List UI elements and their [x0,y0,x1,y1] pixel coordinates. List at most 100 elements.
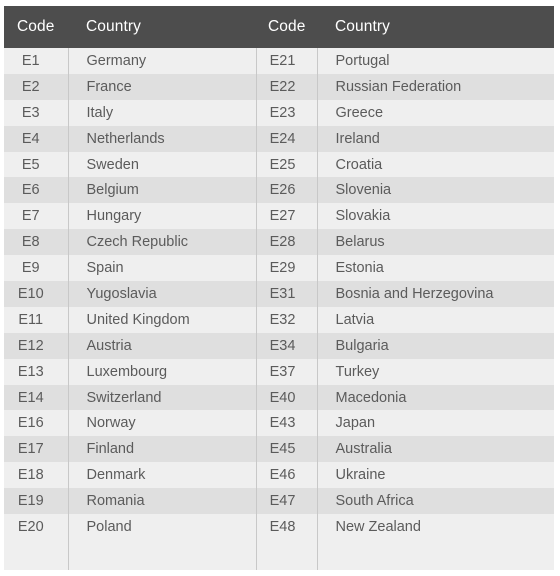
cell-code-left: E13 [17,363,44,380]
cell-code-right: E48 [255,514,317,540]
cell-code-right: E22 [255,73,317,100]
cell-code-left: E4 [21,130,40,147]
table-row: E10 Yugoslavia E31 Bosnia and Herzegovina [4,281,554,307]
cell-code-right: E23 [255,99,317,126]
filler-cell [67,539,256,570]
country-code-table-container: Code Country Code Country E1 Germany E21 Po… [4,6,554,570]
cell-country-right: Slovenia [316,177,554,204]
cell-country-right: Bulgaria [316,332,554,359]
cell-code-right: E26 [255,177,317,204]
cell-code-left: E10 [17,285,44,302]
cell-code-left: E14 [17,389,44,406]
cell-code-right: E25 [255,151,317,178]
table-row: E5 Sweden E25 Croatia [4,151,554,178]
filler-cell [4,540,68,570]
cell-code-right: E21 [255,48,317,74]
table-row: E13 Luxembourg E37 Turkey [4,358,554,385]
filler-cell [255,539,317,570]
cell-code-right: E32 [255,306,317,333]
table-row: E6 Belgium E26 Slovenia [4,177,554,204]
cell-country-left: Hungary [67,203,256,230]
cell-country-left: United Kingdom [67,306,256,333]
cell-code-left: E12 [17,337,44,354]
cell-code-right: E45 [255,436,317,463]
cell-code-right: E27 [255,203,317,230]
cell-country-left: Netherlands [67,125,256,152]
cell-country-left: Romania [67,488,256,515]
cell-country-left: Norway [67,410,256,437]
cell-country-right: Latvia [316,306,554,333]
cell-code-right: E24 [255,125,317,152]
cell-country-right: Estonia [316,255,554,282]
cell-country-right: Croatia [316,151,554,178]
cell-country-right: Macedonia [316,384,554,411]
cell-country-left: Switzerland [67,384,256,411]
cell-country-right: Japan [316,410,554,437]
table-row: E18 Denmark E46 Ukraine [4,462,554,489]
cell-code-left: E20 [17,518,44,535]
table-row: E11 United Kingdom E32 Latvia [4,306,554,333]
cell-code-right: E31 [255,281,317,307]
cell-code-left: E11 [18,311,44,328]
cell-code-left: E1 [21,52,40,69]
cell-code-left: E5 [21,156,40,173]
cell-code-left: E6 [21,182,40,199]
cell-country-right: Slovakia [316,203,554,230]
cell-country-left: Poland [67,514,256,540]
cell-code-right: E46 [255,462,317,489]
cell-country-left: Finland [67,436,256,463]
cell-country-right: Australia [316,436,554,463]
table-row: E14 Switzerland E40 Macedonia [4,384,554,411]
cell-country-right: South Africa [316,488,554,515]
country-code-table: Code Country Code Country E1 Germany E21 Po… [4,6,554,570]
table-row: E19 Romania E47 South Africa [4,488,554,515]
cell-code-right: E28 [255,229,317,256]
table-row: E12 Austria E34 Bulgaria [4,332,554,359]
cell-code-left: E7 [21,208,40,225]
cell-country-right: Greece [316,99,554,126]
cell-country-left: Spain [67,255,256,282]
cell-code-right: E34 [255,332,317,359]
cell-country-right: Ireland [316,125,554,152]
cell-code-left: E19 [17,493,44,510]
cell-code-left: E2 [21,78,40,95]
cell-code-right: E43 [255,410,317,437]
cell-code-left: E17 [17,441,44,458]
table-row: E7 Hungary E27 Slovakia [4,203,554,230]
cell-country-left: Sweden [67,151,256,178]
cell-code-right: E29 [255,255,317,282]
cell-code-right: E40 [255,384,317,411]
cell-country-right: Russian Federation [316,73,554,100]
cell-country-right: Ukraine [316,462,554,489]
cell-country-left: Luxembourg [67,358,256,385]
table-row: E9 Spain E29 Estonia [4,255,554,282]
cell-country-left: Austria [67,332,256,359]
table-header-row: Code Country Code Country [4,6,554,48]
cell-country-left: France [67,73,256,100]
table-row: E20 Poland E48 New Zealand [4,514,554,540]
cell-code-left: E3 [21,104,40,121]
table-row: E17 Finland E45 Australia [4,436,554,463]
cell-country-left: Czech Republic [67,229,256,256]
cell-code-left: E18 [17,467,44,484]
cell-country-right: Bosnia and Herzegovina [316,281,554,307]
cell-country-right: Turkey [316,358,554,385]
cell-code-left: E16 [17,415,44,432]
table-row: E16 Norway E43 Japan [4,410,554,437]
table-row: E3 Italy E23 Greece [4,99,554,126]
cell-country-left: Germany [67,48,256,74]
cell-country-left: Belgium [67,177,256,204]
cell-code-right: E47 [255,488,317,515]
cell-country-left: Denmark [67,462,256,489]
cell-code-left: E8 [21,234,40,251]
column-header-code-right: Code [256,6,317,48]
column-header-country-left: Country [68,6,256,48]
table-row: E4 Netherlands E24 Ireland [4,125,554,152]
cell-country-right: Portugal [316,48,554,74]
table-row: E1 Germany E21 Portugal [4,48,554,74]
column-header-country-right: Country [317,6,554,48]
table-row: E2 France E22 Russian Federation [4,73,554,100]
cell-code-left: E9 [21,260,40,277]
cell-country-right: Belarus [316,229,554,256]
table-filler-row [4,539,554,570]
